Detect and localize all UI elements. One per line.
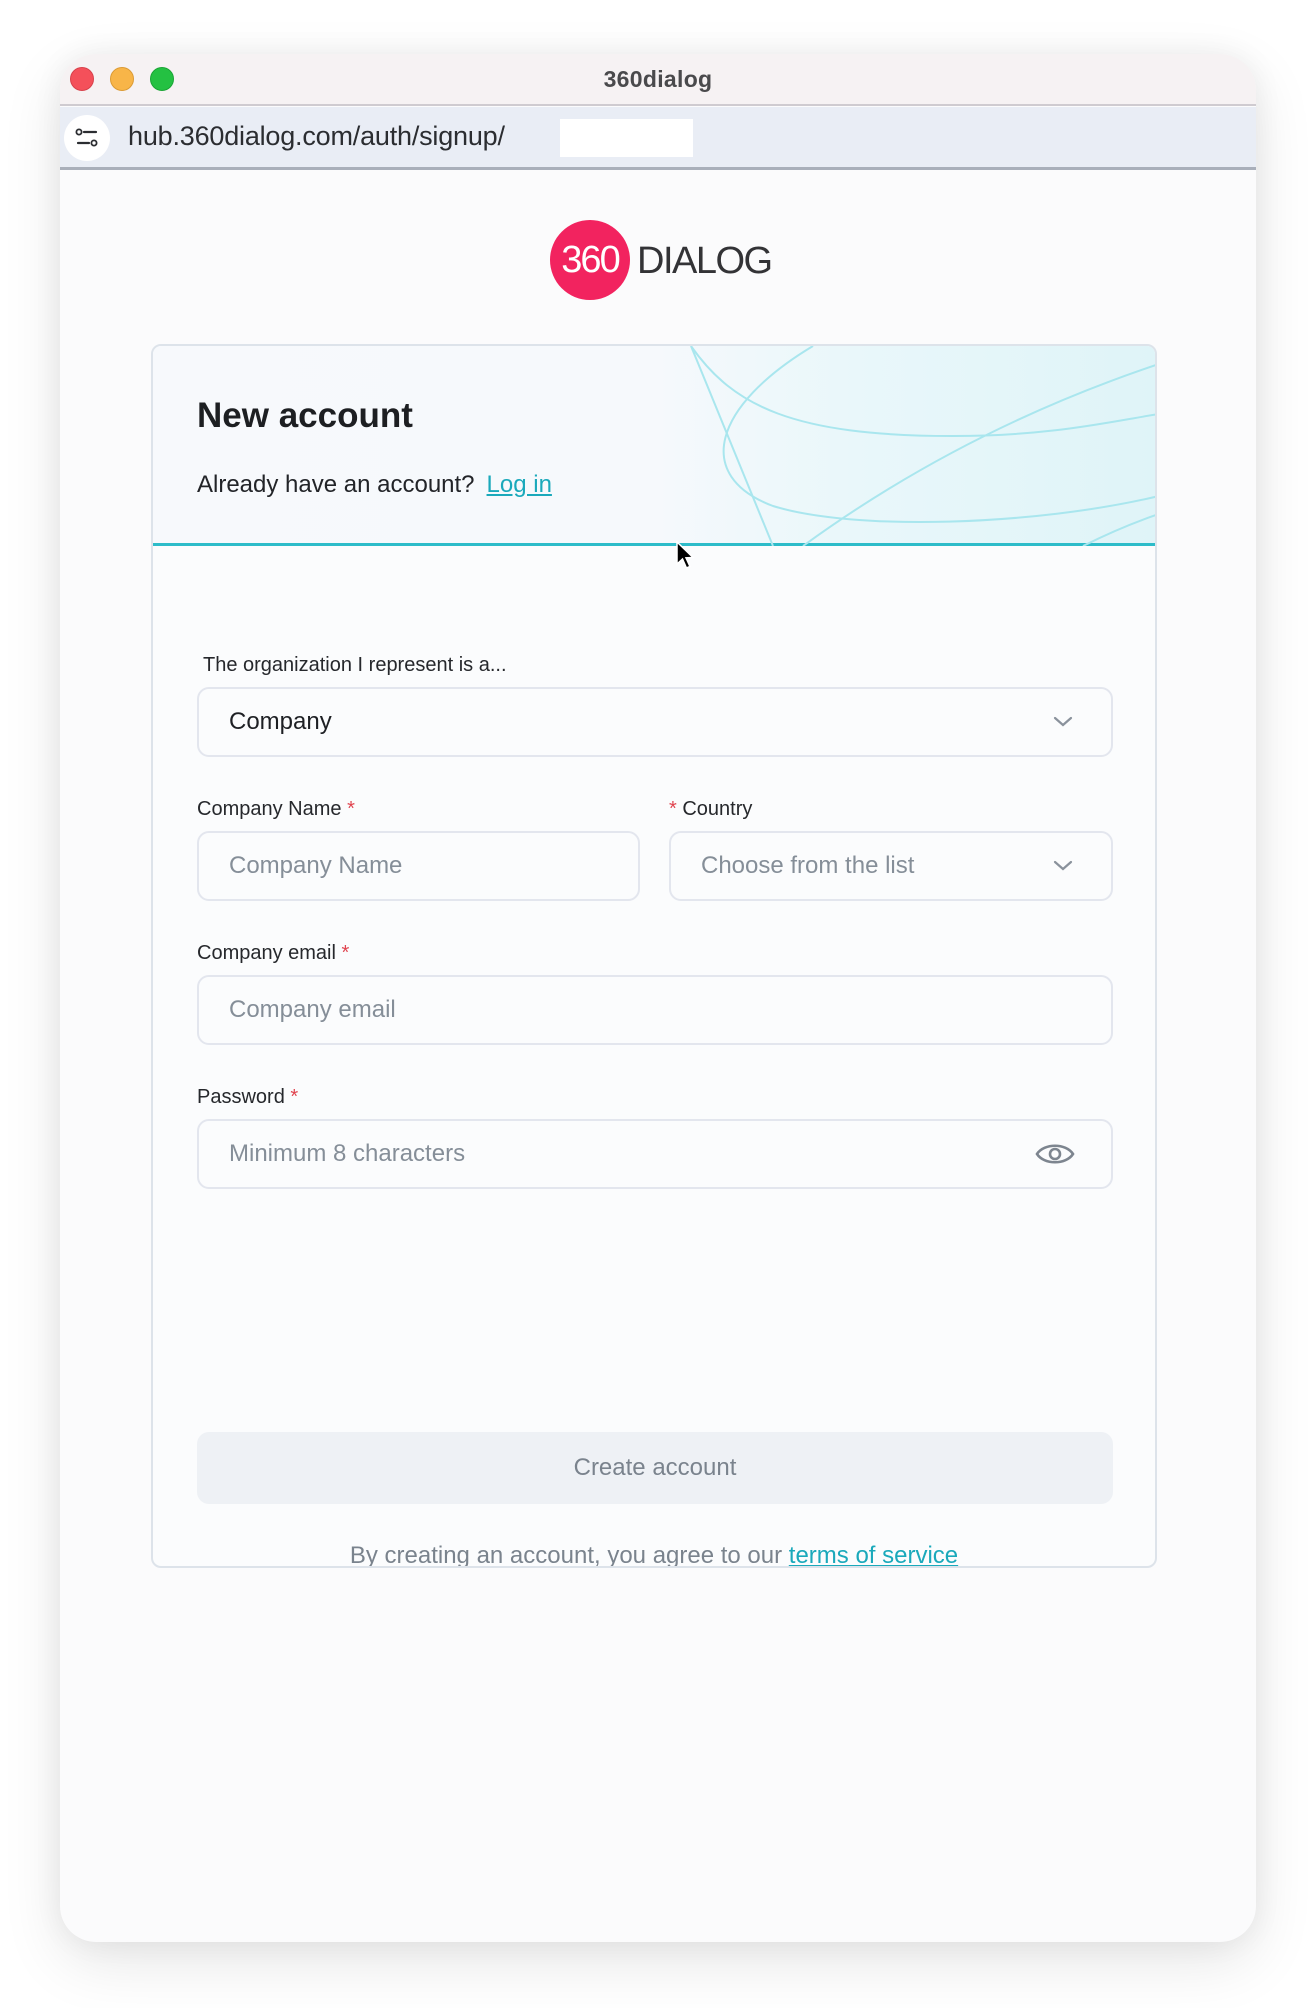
mouse-cursor-icon: [676, 541, 695, 569]
address-bar[interactable]: hub.360dialog.com/auth/signup/: [60, 107, 1256, 170]
org-type-label: The organization I represent is a...: [203, 654, 507, 676]
company-email-label-text: Company email: [197, 942, 336, 964]
company-name-label: Company Name *: [197, 798, 355, 821]
required-marker: *: [341, 942, 350, 964]
logo-mark: 360: [550, 220, 630, 300]
country-select[interactable]: Choose from the list: [669, 831, 1113, 901]
company-email-placeholder: Company email: [229, 996, 396, 1023]
password-placeholder: Minimum 8 characters: [229, 1140, 466, 1167]
password-input[interactable]: Minimum 8 characters: [197, 1119, 1113, 1189]
login-prompt: Already have an account? Log in: [197, 471, 552, 499]
terms-of-service-link[interactable]: terms of service: [789, 1542, 958, 1566]
title-bar: 360dialog: [60, 54, 1256, 106]
required-marker: *: [669, 798, 677, 820]
login-link[interactable]: Log in: [487, 471, 552, 498]
login-prompt-text: Already have an account?: [197, 471, 475, 498]
password-label: Password *: [197, 1086, 298, 1109]
org-type-select[interactable]: Company: [197, 687, 1113, 757]
chevron-down-icon: [1053, 860, 1073, 871]
window-title: 360dialog: [603, 66, 713, 92]
page-title: New account: [197, 396, 413, 435]
browser-window: 360dialog hub.360dialog.com/auth/signup/…: [60, 54, 1256, 1942]
create-account-button[interactable]: Create account: [197, 1432, 1113, 1504]
terms-notice: By creating an account, you agree to our…: [153, 1542, 1155, 1568]
required-marker: *: [347, 798, 355, 820]
redacted-url-segment: [560, 119, 693, 157]
company-email-input[interactable]: Company email: [197, 975, 1113, 1045]
required-marker: *: [290, 1086, 299, 1108]
password-label-text: Password: [197, 1086, 285, 1108]
360dialog-logo: 360 DIALOG: [550, 220, 773, 302]
site-settings-button[interactable]: [64, 115, 110, 161]
decorative-waves: [690, 346, 1155, 546]
url-text[interactable]: hub.360dialog.com/auth/signup/: [128, 121, 505, 152]
company-email-label: Company email *: [197, 942, 349, 965]
company-name-placeholder: Company Name: [229, 852, 403, 879]
terms-text: By creating an account, you agree to our: [349, 1542, 789, 1568]
card-header: New account Already have an account? Log …: [153, 346, 1155, 546]
eye-icon[interactable]: [1035, 1140, 1075, 1168]
company-name-input[interactable]: Company Name: [197, 831, 640, 901]
country-placeholder: Choose from the list: [701, 852, 915, 879]
org-type-value: Company: [229, 708, 332, 735]
tune-icon: [75, 128, 98, 147]
logo-wordmark: DIALOG: [637, 240, 773, 282]
signup-card: New account Already have an account? Log …: [151, 344, 1157, 1568]
country-label-text: Country: [682, 798, 753, 820]
company-name-label-text: Company Name: [197, 798, 342, 820]
chevron-down-icon: [1053, 716, 1073, 727]
country-label: * Country: [669, 798, 752, 821]
